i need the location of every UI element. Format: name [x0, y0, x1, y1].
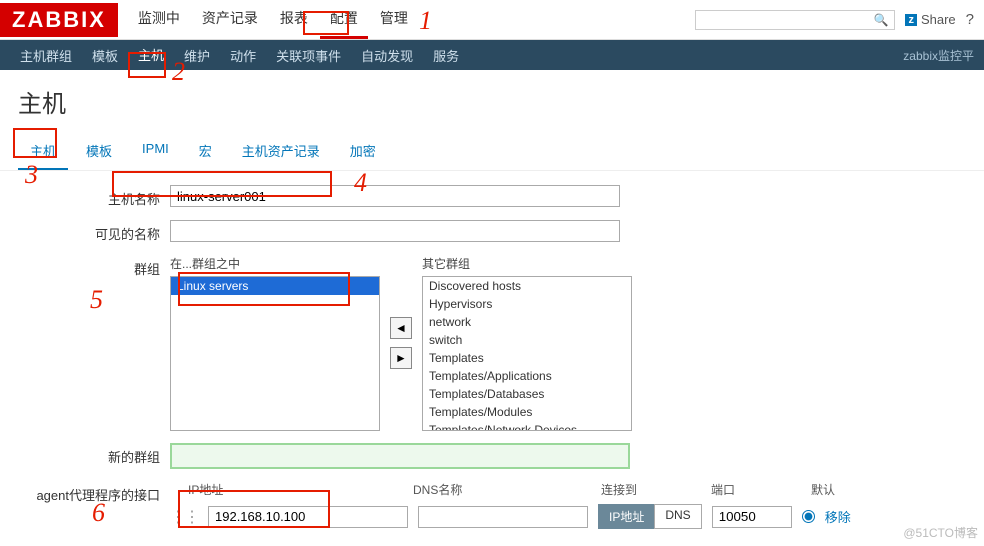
tab-macros[interactable]: 宏	[187, 133, 224, 170]
hostname-label: 主机名称	[0, 185, 170, 208]
subnav-services[interactable]: 服务	[423, 40, 469, 71]
tab-ipmi[interactable]: IPMI	[130, 133, 181, 170]
other-groups-label: 其它群组	[422, 255, 632, 272]
tab-templates[interactable]: 模板	[74, 133, 124, 170]
list-item[interactable]: Templates/Applications	[423, 367, 631, 385]
page-title: 主机	[0, 70, 984, 133]
topnav-monitoring[interactable]: 监测中	[128, 0, 190, 39]
hostname-input[interactable]	[170, 185, 620, 207]
other-groups-listbox[interactable]: Discovered hosts Hypervisors network swi…	[422, 276, 632, 431]
new-group-label: 新的群组	[0, 443, 170, 466]
connect-ip-button[interactable]: IP地址	[598, 504, 654, 529]
topnav-configuration[interactable]: 配置	[320, 0, 368, 39]
list-item[interactable]: Templates/Network Devices	[423, 421, 631, 431]
groups-label: 群组	[0, 255, 170, 278]
list-item[interactable]: Templates/Modules	[423, 403, 631, 421]
tab-host[interactable]: 主机	[18, 133, 68, 170]
sub-nav: 主机群组 模板 主机 维护 动作 关联项事件 自动发现 服务 zabbix监控平	[0, 40, 984, 70]
dns-input[interactable]	[418, 506, 588, 528]
move-right-button[interactable]: ►	[390, 347, 412, 369]
list-item[interactable]: Templates/Databases	[423, 385, 631, 403]
subnav-correlation[interactable]: 关联项事件	[266, 40, 351, 71]
subnav-hostgroups[interactable]: 主机群组	[10, 40, 82, 71]
port-input[interactable]	[712, 506, 792, 528]
tab-encryption[interactable]: 加密	[338, 133, 388, 170]
share-button[interactable]: z Share	[905, 12, 955, 27]
brand-logo: ZABBIX	[0, 3, 118, 37]
agent-interface-label: agent代理程序的接口	[0, 481, 170, 504]
tab-inventory[interactable]: 主机资产记录	[230, 133, 332, 170]
subnav-actions[interactable]: 动作	[220, 40, 266, 71]
visible-name-label: 可见的名称	[0, 220, 170, 243]
default-radio[interactable]	[802, 510, 815, 523]
drag-handle-icon[interactable]: ⋮⋮	[170, 507, 198, 527]
list-item[interactable]: network	[423, 313, 631, 331]
connect-dns-button[interactable]: DNS	[654, 504, 701, 529]
watermark-text: @51CTO博客	[903, 524, 978, 541]
remove-link[interactable]: 移除	[825, 507, 851, 526]
share-label: Share	[921, 12, 956, 27]
iface-header-default: 默认	[811, 481, 871, 498]
list-item[interactable]: Templates	[423, 349, 631, 367]
topnav-administration[interactable]: 管理	[370, 0, 418, 39]
new-group-input[interactable]	[170, 443, 630, 469]
list-item[interactable]: switch	[423, 331, 631, 349]
in-groups-label: 在...群组之中	[170, 255, 380, 272]
subnav-maintenance[interactable]: 维护	[174, 40, 220, 71]
share-icon: z	[905, 14, 917, 26]
ip-input[interactable]	[208, 506, 408, 528]
list-item[interactable]: Hypervisors	[423, 295, 631, 313]
subnav-templates[interactable]: 模板	[82, 40, 128, 71]
connect-to-toggle: IP地址 DNS	[598, 504, 702, 529]
move-left-button[interactable]: ◄	[390, 317, 412, 339]
subnav-discovery[interactable]: 自动发现	[351, 40, 423, 71]
list-item[interactable]: Discovered hosts	[423, 277, 631, 295]
topnav-reports[interactable]: 报表	[270, 0, 318, 39]
subnav-hosts[interactable]: 主机	[128, 39, 174, 72]
form-tabs: 主机 模板 IPMI 宏 主机资产记录 加密	[0, 133, 984, 171]
list-item[interactable]: Linux servers	[171, 277, 379, 295]
visible-name-input[interactable]	[170, 220, 620, 242]
subnav-right-text: zabbix监控平	[903, 47, 974, 64]
search-icon: 🔍	[874, 13, 889, 27]
in-groups-listbox[interactable]: Linux servers	[170, 276, 380, 431]
iface-header-dns: DNS名称	[413, 481, 591, 498]
iface-header-port: 端口	[711, 481, 801, 498]
iface-header-connect: 连接到	[601, 481, 701, 498]
iface-header-ip: IP地址	[188, 481, 403, 498]
help-button[interactable]: ?	[966, 11, 974, 28]
search-input[interactable]: 🔍	[695, 10, 895, 30]
top-nav: 监测中 资产记录 报表 配置 管理	[128, 0, 418, 39]
topnav-inventory[interactable]: 资产记录	[192, 0, 268, 39]
